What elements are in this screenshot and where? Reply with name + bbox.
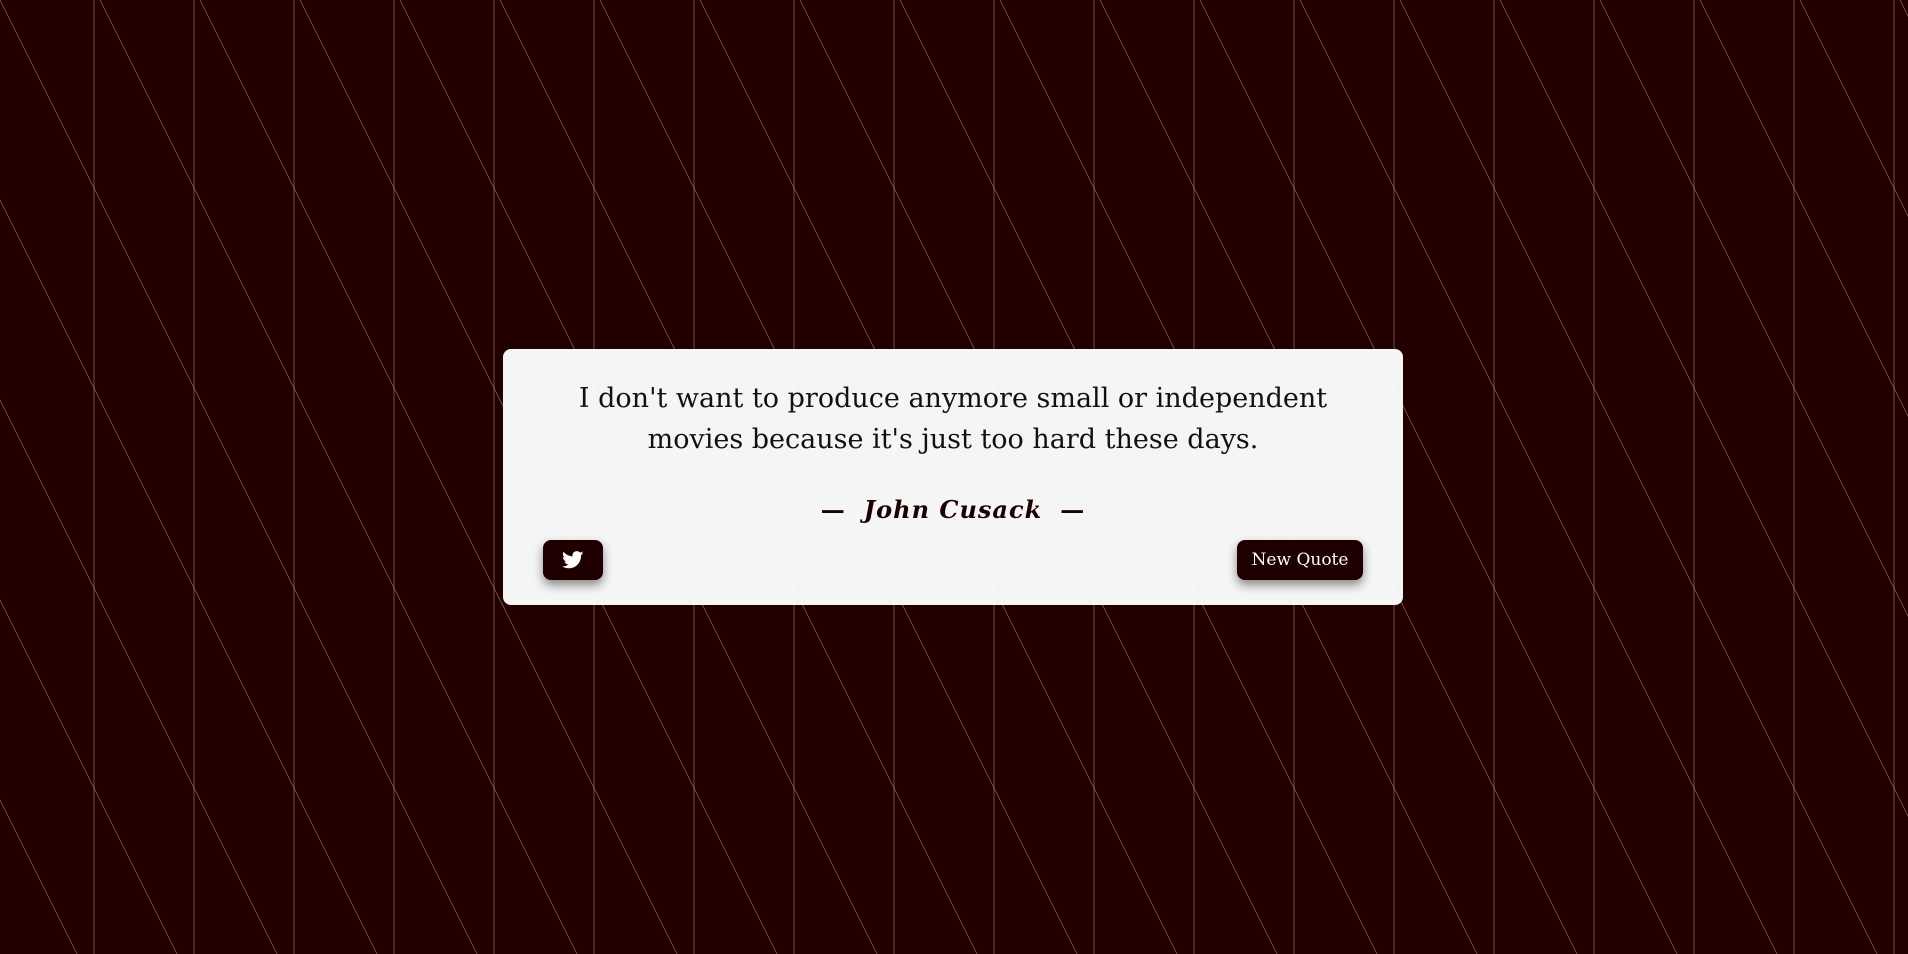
pattern-diagonal-line xyxy=(0,198,378,954)
pattern-diagonal-line xyxy=(1899,0,1908,18)
quote-author: John Cusack xyxy=(863,495,1043,524)
quote-text: I don't want to produce anymore small or… xyxy=(578,383,1328,455)
tweet-button[interactable] xyxy=(543,540,603,580)
button-row: New Quote xyxy=(543,540,1363,580)
quote-card: I don't want to produce anymore small or… xyxy=(503,349,1403,605)
pattern-diagonal-line xyxy=(1499,0,1908,818)
twitter-icon xyxy=(562,551,584,569)
author-line: — John Cusack — xyxy=(543,495,1363,524)
pattern-diagonal-line xyxy=(0,0,478,954)
pattern-diagonal-line xyxy=(1599,0,1908,618)
pattern-diagonal-line xyxy=(0,598,178,954)
new-quote-button[interactable]: New Quote xyxy=(1237,540,1363,580)
pattern-diagonal-line xyxy=(1699,0,1908,418)
author-dash-left: — xyxy=(820,495,846,524)
pattern-diagonal-line xyxy=(1399,0,1878,954)
pattern-diagonal-line xyxy=(1799,0,1908,218)
author-dash-right: — xyxy=(1060,495,1086,524)
